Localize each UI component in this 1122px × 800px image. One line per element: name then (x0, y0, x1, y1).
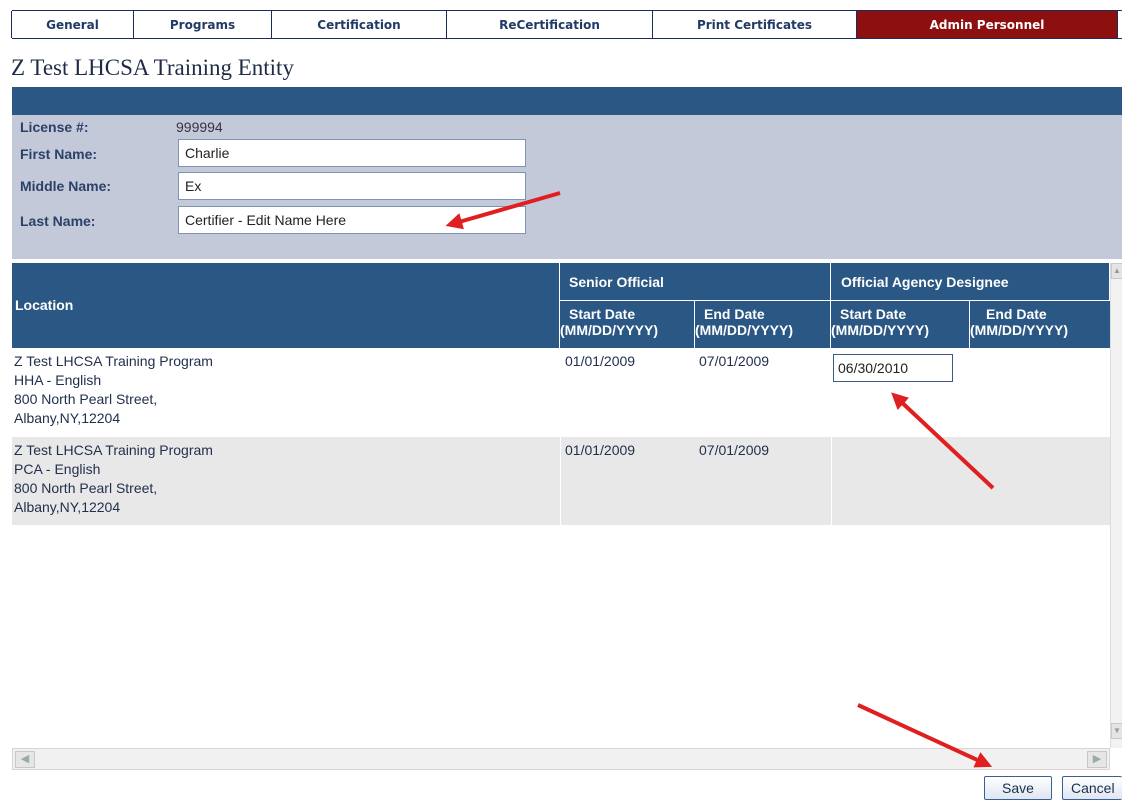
designee-start-date-label: Start Date (840, 306, 907, 322)
tab-admin-personnel[interactable]: Admin Personnel (856, 11, 1118, 38)
middle-name-input[interactable] (178, 172, 526, 200)
middle-name-label: Middle Name: (20, 178, 112, 194)
senior-end-date-header: End Date (MM/DD/YYYY) (695, 300, 831, 348)
table-row: Z Test LHCSA Training Program PCA - Engl… (12, 437, 1110, 525)
cancel-button[interactable]: Cancel (1062, 776, 1122, 800)
tab-programs[interactable]: Programs (133, 11, 272, 38)
tab-print-certificates[interactable]: Print Certificates (652, 11, 857, 38)
designee-end-date-label: End Date (986, 306, 1047, 322)
tab-recertification[interactable]: ReCertification (446, 11, 653, 38)
first-name-input[interactable] (178, 139, 526, 167)
personnel-form: License #: 999994 First Name: Middle Nam… (12, 115, 1122, 259)
location-city: Albany,NY,12204 (14, 499, 121, 515)
arrow-down-icon[interactable]: ▼ (1111, 723, 1122, 739)
location-city: Albany,NY,12204 (14, 410, 121, 426)
senior-end-date: 07/01/2009 (699, 442, 770, 458)
last-name-label: Last Name: (20, 213, 96, 229)
tab-bar: General Programs Certification ReCertifi… (11, 10, 1122, 39)
location-header-label: Location (15, 297, 74, 313)
designee-start-date-input[interactable] (833, 354, 953, 382)
arrow-right-icon[interactable]: ▶ (1087, 751, 1107, 768)
arrow-left-icon[interactable]: ◀ (15, 751, 35, 768)
location-header: Location (12, 263, 560, 348)
personnel-table: Location Senior Official Official Agency… (12, 263, 1110, 748)
designee-end-date-header: End Date (MM/DD/YYYY) (970, 300, 1110, 348)
senior-start-date-header: Start Date (MM/DD/YYYY) (560, 300, 695, 348)
location-program: Z Test LHCSA Training Program (14, 353, 213, 369)
senior-official-header: Senior Official (560, 263, 831, 300)
designee-start-date-header: Start Date (MM/DD/YYYY) (831, 300, 970, 348)
location-street: 800 North Pearl Street, (14, 391, 158, 407)
senior-end-date-format: (MM/DD/YYYY) (695, 322, 793, 338)
location-cell: Z Test LHCSA Training Program PCA - Engl… (14, 441, 213, 517)
tab-certification[interactable]: Certification (271, 11, 447, 38)
senior-start-date-format: (MM/DD/YYYY) (560, 322, 658, 338)
agency-designee-header: Official Agency Designee (831, 263, 1110, 300)
location-program: Z Test LHCSA Training Program (14, 442, 213, 458)
table-row: Z Test LHCSA Training Program HHA - Engl… (12, 348, 1110, 437)
arrow-up-icon[interactable]: ▲ (1111, 263, 1122, 279)
tab-general[interactable]: General (11, 11, 134, 38)
agency-designee-header-label: Official Agency Designee (841, 274, 1009, 290)
page-title: Z Test LHCSA Training Entity (11, 55, 294, 80)
designee-start-date-format: (MM/DD/YYYY) (831, 322, 929, 338)
location-street: 800 North Pearl Street, (14, 480, 158, 496)
senior-end-date: 07/01/2009 (699, 353, 770, 369)
first-name-label: First Name: (20, 146, 98, 162)
horizontal-scrollbar[interactable]: ◀ ▶ (12, 748, 1110, 770)
location-cell: Z Test LHCSA Training Program HHA - Engl… (14, 352, 213, 428)
designee-end-date-format: (MM/DD/YYYY) (970, 322, 1068, 338)
senior-start-date: 01/01/2009 (565, 442, 636, 458)
senior-start-date: 01/01/2009 (565, 353, 636, 369)
section-header-band (12, 87, 1122, 115)
location-course: PCA - English (14, 461, 101, 477)
license-value: 999994 (176, 119, 223, 135)
license-label: License #: (20, 119, 89, 135)
location-course: HHA - English (14, 372, 102, 388)
save-button[interactable]: Save (984, 776, 1052, 800)
senior-start-date-label: Start Date (569, 306, 636, 322)
senior-end-date-label: End Date (704, 306, 765, 322)
vertical-scrollbar[interactable]: ▲ ▼ (1110, 263, 1122, 748)
last-name-input[interactable] (178, 206, 526, 234)
senior-official-header-label: Senior Official (569, 274, 664, 290)
